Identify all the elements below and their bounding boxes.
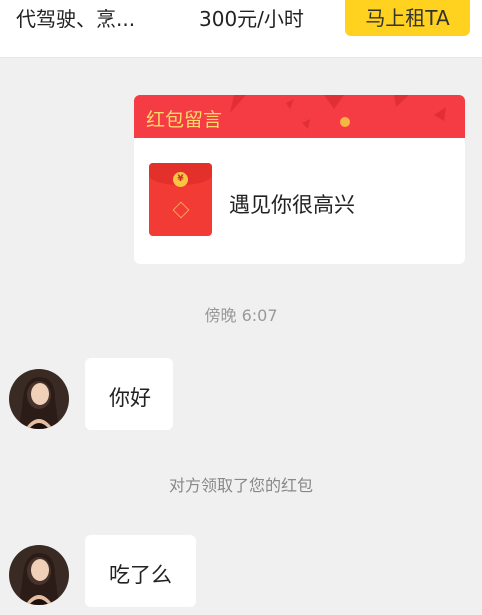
message-text: 你好 [109,386,151,410]
system-notice: 对方领取了您的红包 [168,476,313,495]
avatar-photo-icon [9,545,69,605]
user-avatar[interactable] [9,369,69,429]
user-avatar[interactable] [9,545,69,605]
card-header: 红包留言 [134,95,465,138]
card-message: 遇见你很高兴 [229,193,355,217]
service-title: 代驾驶、烹... [16,7,136,31]
card-title: 红包留言 [146,109,223,131]
red-envelope-message-card[interactable]: 红包留言 ¥ 遇见你很高兴 [134,95,465,264]
coin-icon: ¥ [173,172,188,187]
red-envelope-icon: ¥ [149,163,212,236]
time-stamp: 傍晚 6:07 [204,306,278,325]
top-bar: 代驾驶、烹... 300元/小时 马上租TA [0,0,482,58]
price-label: 300元/小时 [199,7,304,31]
rent-now-button[interactable]: 马上租TA [345,0,470,36]
avatar-photo-icon [9,369,69,429]
message-text: 吃了么 [109,563,172,587]
